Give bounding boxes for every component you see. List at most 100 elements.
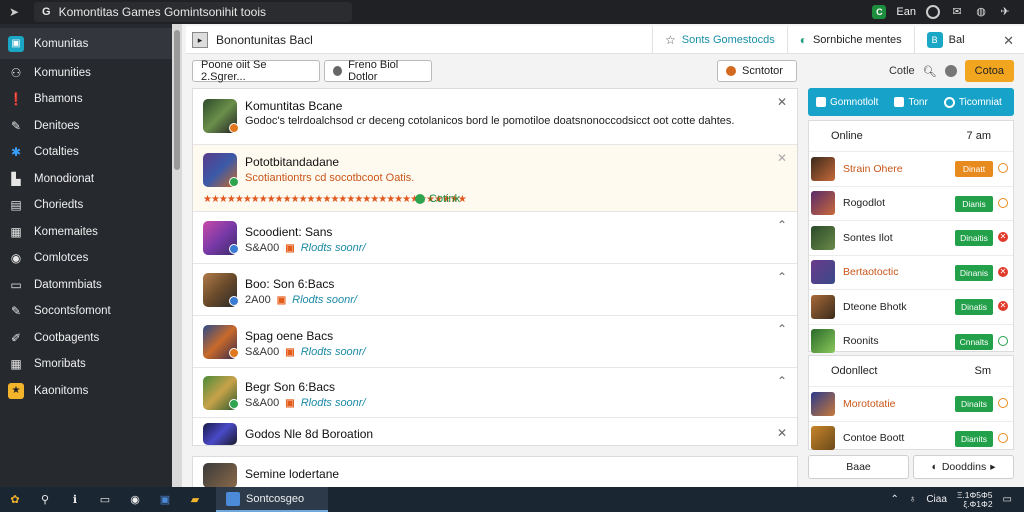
sidebar-item-komunities[interactable]: ⚇ Komunities bbox=[0, 60, 172, 86]
sidebar-scrollbar[interactable] bbox=[172, 24, 182, 487]
close-icon[interactable]: ✕ bbox=[998, 266, 1008, 277]
sort-filter-pill[interactable]: Freno Biol Dotlor bbox=[324, 59, 432, 83]
sidebar-item-label: Socontsfomont bbox=[34, 305, 111, 317]
avatar bbox=[811, 329, 835, 354]
close-icon[interactable]: ✕ bbox=[998, 301, 1008, 311]
tab-community[interactable]: ◐ Sornbiche mentes bbox=[786, 26, 914, 54]
sidebar-item-cotalties[interactable]: ✱ Cotalties bbox=[0, 139, 172, 165]
baae-button[interactable]: Baae bbox=[808, 455, 909, 479]
back-arrow-icon[interactable]: ➤ bbox=[4, 5, 24, 19]
profile-icon[interactable] bbox=[926, 5, 940, 19]
active-window-button[interactable]: Sontcosgeo bbox=[216, 487, 328, 512]
chevron-up-icon[interactable]: ⌃ bbox=[777, 218, 787, 232]
search-filter-pill[interactable]: Poone oiit Se 2.Sgrer... bbox=[192, 59, 320, 83]
chevron-up-icon[interactable]: ⌃ bbox=[777, 322, 787, 336]
list-item[interactable]: Komuntitas Bcane Godoc's telrdoalchsod c… bbox=[193, 89, 797, 145]
list-item[interactable]: Rogodlot Dianis bbox=[809, 185, 1013, 221]
search-icon[interactable]: ⚲ bbox=[30, 487, 60, 512]
tab-favorites[interactable]: ☆ Sonts Gomestocds bbox=[652, 26, 787, 54]
sidebar-item-denitoes[interactable]: ✎ Denitoes bbox=[0, 113, 172, 139]
cotle-label[interactable]: Cotle bbox=[889, 65, 915, 77]
sidebar-item-monodionat[interactable]: ▙ Monodionat bbox=[0, 166, 172, 192]
collapse-icon[interactable]: ✕ bbox=[777, 151, 787, 165]
action-button[interactable]: Cnnalts bbox=[955, 333, 993, 350]
close-icon[interactable]: ✕ bbox=[777, 426, 787, 440]
store-app-icon[interactable]: ▣ bbox=[150, 487, 180, 512]
action-button[interactable]: Dinanis bbox=[955, 264, 993, 281]
list-item[interactable]: Spag oene Bacs S&A00 ▣ Rlodts soonr/ ⌃ bbox=[193, 316, 797, 368]
chevron-up-icon[interactable]: ⌃ bbox=[777, 374, 787, 388]
settings-icon[interactable]: ◍ bbox=[974, 5, 988, 19]
chevron-up-icon[interactable]: ⌃ bbox=[777, 270, 787, 284]
list-item[interactable]: Pototbitandadane Scotiantiontrs cd socot… bbox=[193, 145, 797, 212]
action-button[interactable]: Dinatt bbox=[955, 161, 993, 177]
pin-icon[interactable]: ✈ bbox=[998, 5, 1012, 19]
list-item[interactable]: Bertaotoctic Dinanis ✕ bbox=[809, 254, 1013, 290]
sidebar-item-kaonitoms[interactable]: ★ Kaonitoms bbox=[0, 378, 172, 404]
sidebar-item-komunitas[interactable]: ▣ Komunitas bbox=[0, 28, 172, 59]
toolbar-button-2[interactable]: Tonr bbox=[886, 97, 935, 108]
sidebar-item-smoribats[interactable]: ▦ Smoribats bbox=[0, 351, 172, 377]
sidebar-item-datommbiats[interactable]: ▭ Datommbiats bbox=[0, 272, 172, 298]
action-button[interactable]: Dinaits bbox=[955, 396, 993, 412]
dooddins-button[interactable]: ◐ Dooddins ▸ bbox=[913, 455, 1014, 479]
action-button[interactable]: Dinaitis bbox=[955, 230, 993, 246]
extension-badge-icon[interactable]: C bbox=[872, 5, 887, 19]
tab-bal[interactable]: B Bal bbox=[913, 26, 977, 54]
clock[interactable]: Ξ.1Φ5Φ5 ξ.Φ1Φ2 bbox=[957, 490, 993, 509]
action-button[interactable]: Dianis bbox=[955, 195, 993, 212]
toolbar-button-1[interactable]: Gomnotlolt bbox=[808, 97, 886, 108]
meta-link[interactable]: Rlodts soonr/ bbox=[301, 346, 366, 358]
list-item[interactable]: Morototatie Dinaits bbox=[809, 386, 1013, 421]
square-icon bbox=[894, 97, 905, 107]
chevron-up-icon[interactable]: ⌃ bbox=[890, 494, 898, 505]
primary-action-button[interactable]: Cotoa bbox=[964, 60, 1014, 82]
folder-app-icon[interactable]: ▰ bbox=[180, 487, 210, 512]
list-item[interactable]: Semine lodertane bbox=[192, 456, 798, 488]
sidebar-item-komemaites[interactable]: ▦ Komemaites bbox=[0, 219, 172, 245]
close-icon[interactable]: ✕ bbox=[998, 232, 1008, 242]
list-item[interactable]: Dteone Bhotk Dinatis ✕ bbox=[809, 289, 1013, 324]
rating-link[interactable]: Cotink bbox=[415, 193, 460, 205]
sidebar-item-comlotces[interactable]: ◉ Comlotces bbox=[0, 245, 172, 271]
sidebar-item-choriedts[interactable]: ▤ Choriedts bbox=[0, 192, 172, 218]
list-item[interactable]: Contoe Boott Dianits bbox=[809, 420, 1013, 456]
meta-link[interactable]: Rlodts soonr/ bbox=[301, 242, 366, 254]
close-icon[interactable]: ✕ bbox=[777, 95, 787, 109]
user-name: Sontes Ilot bbox=[843, 231, 893, 244]
list-item[interactable]: Strain Ohere Dinatt bbox=[809, 151, 1013, 186]
browser-top-bar: ➤ G Komontitas Games Gomintsonihit toois… bbox=[0, 0, 1024, 24]
notification-icon[interactable]: ▭ bbox=[1003, 494, 1012, 505]
address-bar[interactable]: G Komontitas Games Gomintsonihit toois bbox=[34, 2, 352, 22]
notifications-icon[interactable]: ✉ bbox=[950, 5, 964, 19]
sidebar-item-cootbagents[interactable]: ✐ Cootbagents bbox=[0, 325, 172, 351]
scntotor-pill[interactable]: Scntotor bbox=[717, 60, 797, 82]
extension-label[interactable]: Ean bbox=[896, 6, 916, 18]
list-item[interactable]: Scoodient: Sans S&A00 ▣ Rlodts soonr/ ⌃ bbox=[193, 212, 797, 264]
action-button[interactable]: Dianits bbox=[955, 430, 993, 447]
list-item[interactable]: Begr Son 6:Bacs S&A00 ▣ Rlodts soonr/ ⌃ bbox=[193, 368, 797, 418]
search-icon[interactable]: 🔍︎ bbox=[923, 65, 937, 78]
task-view-icon[interactable]: ℹ bbox=[60, 487, 90, 512]
sidebar-item-bhamons[interactable]: ❗ Bhamons bbox=[0, 86, 172, 112]
toolbar-button-3[interactable]: Ticomniat bbox=[936, 96, 1010, 108]
browser-app-icon[interactable]: ◉ bbox=[120, 487, 150, 512]
square-icon bbox=[816, 97, 826, 107]
list-item[interactable]: Godos Nle 8d Boroation ✕ bbox=[193, 418, 797, 446]
meta-link[interactable]: Rlodts soonr/ bbox=[292, 294, 357, 306]
list-item[interactable]: Sontes Ilot Dinaitis ✕ bbox=[809, 220, 1013, 255]
scrollbar-thumb[interactable] bbox=[174, 30, 180, 170]
tray-label[interactable]: Ciaa bbox=[926, 494, 947, 505]
start-icon[interactable]: ✿ bbox=[0, 487, 30, 512]
list-item[interactable]: Roonits Cnnalts bbox=[809, 323, 1013, 359]
user-circle-icon[interactable] bbox=[944, 65, 957, 77]
network-icon[interactable]: ♁ bbox=[909, 494, 917, 505]
taskbar: ✿ ⚲ ℹ ▭ ◉ ▣ ▰ Sontcosgeo ⌃ ♁ Ciaa Ξ.1Φ5Φ… bbox=[0, 487, 1024, 512]
action-button[interactable]: Dinatis bbox=[955, 299, 993, 315]
chat-app-icon[interactable]: ▭ bbox=[90, 487, 120, 512]
button-label: Dooddins bbox=[941, 461, 987, 473]
list-item[interactable]: Boo: Son 6:Bacs 2A00 ▣ Rlodts soonr/ ⌃ bbox=[193, 264, 797, 316]
sidebar-item-socontsfomont[interactable]: ✎ Socontsfomont bbox=[0, 298, 172, 324]
close-icon[interactable]: ✕ bbox=[1003, 33, 1014, 49]
meta-link[interactable]: Rlodts soonr/ bbox=[301, 397, 366, 409]
